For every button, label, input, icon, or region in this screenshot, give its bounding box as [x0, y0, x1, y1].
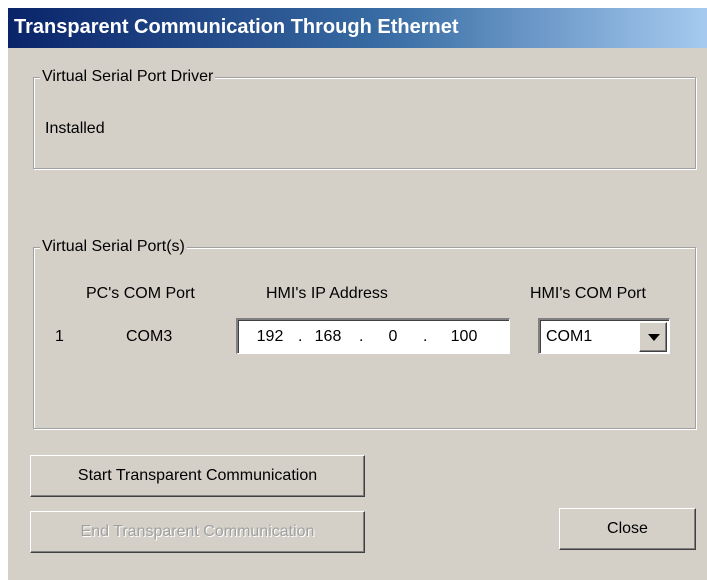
window-title: Transparent Communication Through Ethern…: [14, 16, 459, 38]
ip-separator: .: [359, 328, 364, 345]
hmi-ip-address-field[interactable]: 192 . 168 . 0 . 100: [236, 318, 510, 354]
driver-groupbox: Virtual Serial Port Driver Installed: [33, 67, 696, 169]
ip-separator: .: [423, 328, 428, 345]
close-button[interactable]: Close: [559, 508, 696, 550]
ip-octet-2[interactable]: 168: [308, 327, 348, 347]
driver-group-legend: Virtual Serial Port Driver: [40, 67, 216, 87]
port-row-index: 1: [55, 328, 64, 345]
hmi-com-port-header: HMI's COM Port: [530, 285, 646, 302]
hmi-com-port-value: COM1: [546, 328, 593, 345]
port-row-pc-com-port: COM3: [126, 328, 173, 345]
dialog-window: Transparent Communication Through Ethern…: [8, 8, 707, 580]
start-communication-label: Start Transparent Communication: [77, 467, 318, 484]
ports-group-legend: Virtual Serial Port(s): [40, 237, 187, 257]
end-communication-label: End Transparent Communication: [80, 523, 315, 540]
hmi-ip-address-header: HMI's IP Address: [266, 285, 388, 302]
ip-octet-1[interactable]: 192: [250, 327, 290, 347]
ip-octet-4[interactable]: 100: [444, 327, 484, 347]
end-communication-button[interactable]: End Transparent Communication: [30, 511, 365, 553]
ip-octet-3[interactable]: 0: [378, 327, 408, 347]
hmi-com-port-dropdown[interactable]: COM1: [538, 318, 670, 354]
title-bar[interactable]: Transparent Communication Through Ethern…: [8, 8, 707, 48]
chevron-down-icon: [648, 334, 660, 341]
close-label: Close: [607, 520, 648, 537]
ip-separator: .: [298, 328, 303, 345]
ports-groupbox: Virtual Serial Port(s) PC's COM Port HMI…: [33, 237, 696, 429]
driver-status: Installed: [45, 120, 105, 137]
start-communication-button[interactable]: Start Transparent Communication: [30, 455, 365, 497]
dropdown-button[interactable]: [639, 322, 667, 352]
pc-com-port-header: PC's COM Port: [86, 285, 195, 302]
